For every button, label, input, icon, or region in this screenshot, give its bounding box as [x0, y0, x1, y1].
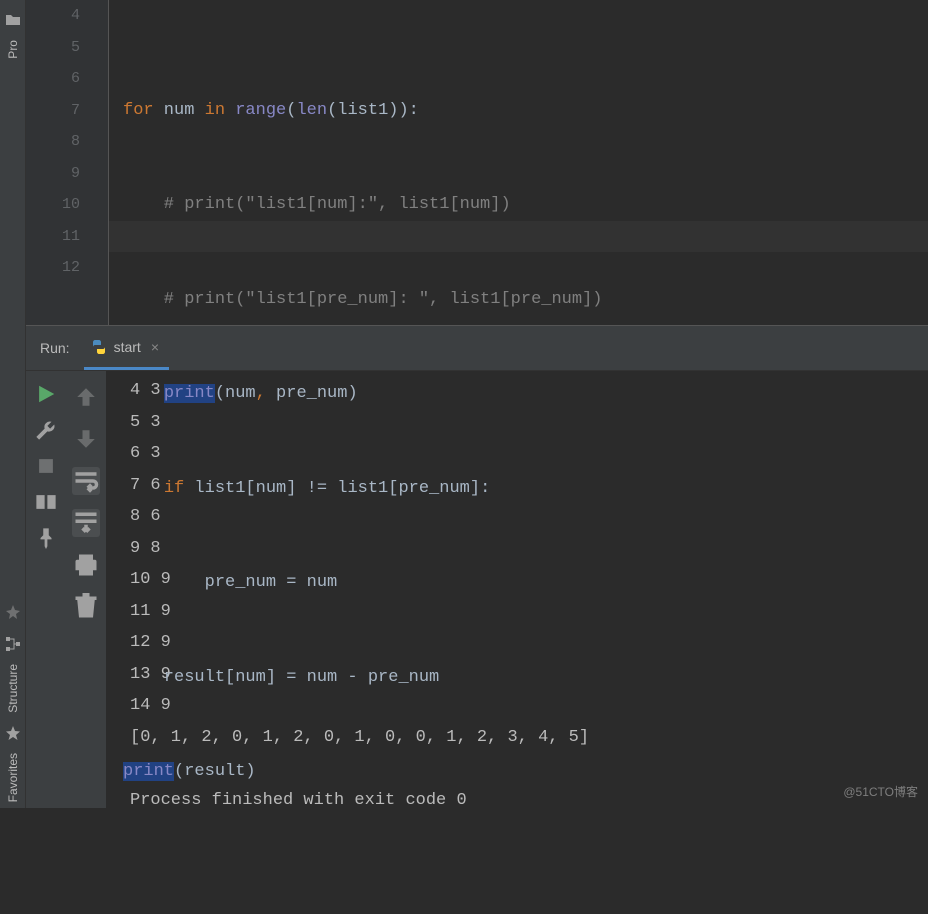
comment: # print("list1[pre_num]: ", list1[pre_nu…	[123, 284, 928, 316]
run-header: Run: start ×	[26, 326, 928, 371]
code-editor[interactable]: 4 5 6 7 8 9 10 11 12 for num in range(le…	[26, 0, 928, 325]
line-number: 9	[26, 158, 80, 190]
line-number: 4	[26, 0, 80, 32]
line-number: 12	[26, 252, 80, 284]
rerun-button[interactable]	[35, 383, 57, 405]
layout-icon[interactable]	[35, 491, 57, 513]
python-icon	[90, 338, 108, 356]
line-number: 7	[26, 95, 80, 127]
code-text-area[interactable]: for num in range(len(list1)): # print("l…	[108, 0, 928, 325]
builtin: range	[235, 101, 286, 120]
line-number: 6	[26, 63, 80, 95]
code-text: pre_num = num	[123, 567, 928, 599]
code-text: (	[286, 101, 296, 120]
favorites-tool-label[interactable]: Favorites	[6, 747, 20, 808]
code-text: (result)	[174, 762, 256, 781]
builtin-highlight: print	[123, 762, 174, 781]
up-arrow-icon[interactable]	[72, 383, 100, 411]
run-tab-label: start	[114, 339, 141, 355]
folder-icon[interactable]	[5, 12, 21, 28]
comment: # print("list1[num]:", list1[num])	[123, 189, 928, 221]
current-line-highlight	[109, 221, 928, 253]
line-number: 8	[26, 126, 80, 158]
trash-icon[interactable]	[72, 593, 100, 621]
line-number-gutter: 4 5 6 7 8 9 10 11 12	[26, 0, 108, 325]
star-icon[interactable]	[5, 725, 21, 741]
code-text: list1[num] != list1[pre_num]:	[184, 479, 490, 498]
soft-wrap-toggle[interactable]	[72, 467, 100, 495]
line-number: 10	[26, 189, 80, 221]
keyword: if	[164, 479, 184, 498]
scroll-to-end-toggle[interactable]	[72, 509, 100, 537]
pin-icon[interactable]	[5, 604, 21, 620]
run-tab[interactable]: start ×	[84, 326, 169, 370]
close-icon[interactable]: ×	[147, 339, 163, 355]
code-text: result[num] = num - pre_num	[123, 662, 928, 694]
code-text	[123, 384, 164, 403]
builtin-highlight: print	[164, 384, 215, 403]
code-text	[123, 479, 164, 498]
run-toolbar-primary	[26, 371, 66, 808]
structure-tool-label[interactable]: Structure	[6, 658, 20, 719]
code-text: pre_num)	[266, 384, 358, 403]
print-icon[interactable]	[72, 551, 100, 579]
code-text: num	[154, 101, 205, 120]
line-number: 11	[26, 221, 80, 253]
code-text: (list1)):	[327, 101, 419, 120]
pin-icon[interactable]	[35, 527, 57, 549]
left-tool-strip: Pro Structure Favorites	[0, 0, 26, 808]
down-arrow-icon[interactable]	[72, 425, 100, 453]
line-number: 5	[26, 32, 80, 64]
project-tool-label[interactable]: Pro	[6, 34, 20, 65]
builtin: len	[296, 101, 327, 120]
wrench-icon[interactable]	[35, 419, 57, 441]
code-text	[225, 101, 235, 120]
keyword: ,	[256, 384, 266, 403]
keyword: for	[123, 101, 154, 120]
run-panel-title: Run:	[26, 340, 84, 356]
run-toolbar-secondary	[66, 371, 106, 808]
structure-icon[interactable]	[5, 636, 21, 652]
code-text: (num	[215, 384, 256, 403]
stop-button[interactable]	[35, 455, 57, 477]
keyword: in	[205, 101, 225, 120]
